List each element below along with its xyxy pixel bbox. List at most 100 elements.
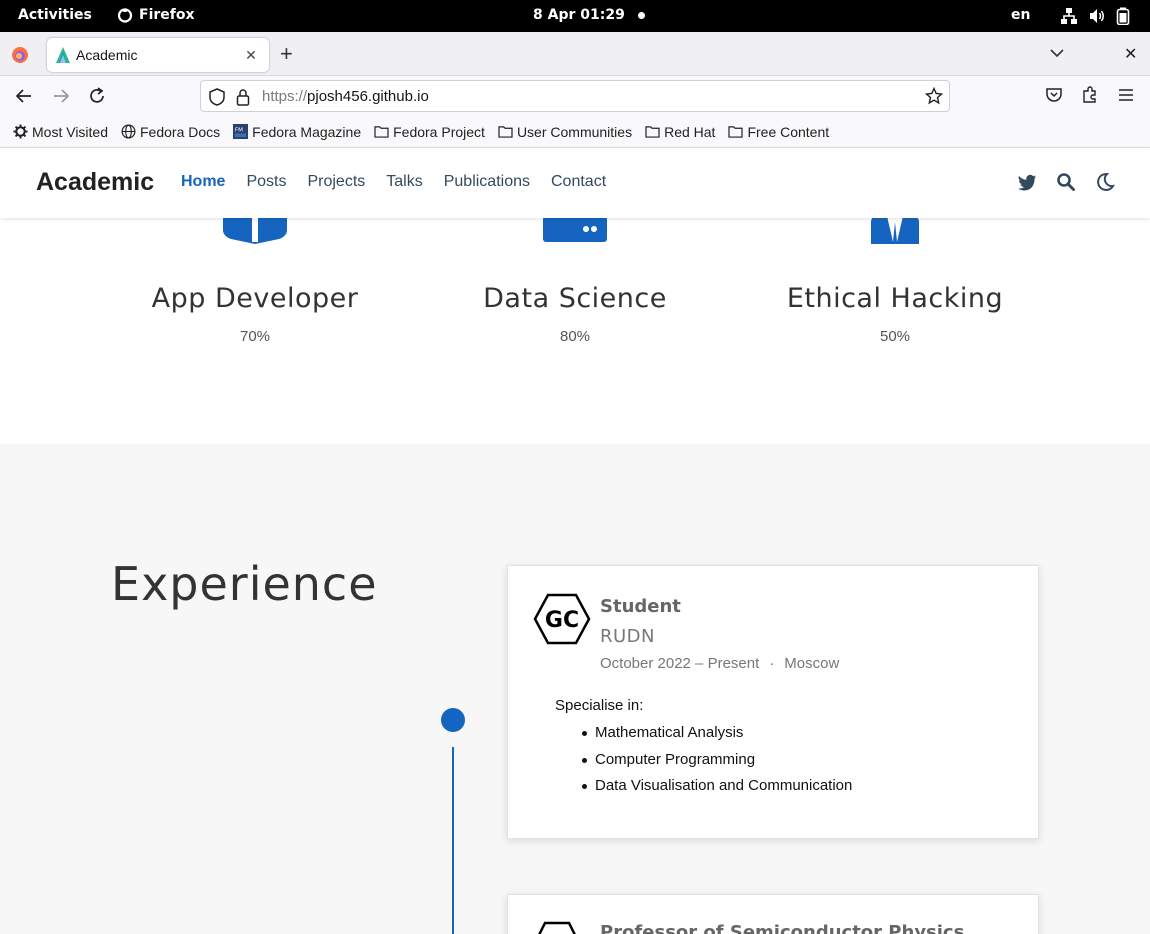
section-title: Experience bbox=[111, 557, 378, 611]
bookmarks-toolbar: Most Visited Fedora Docs FM Fedora Magaz… bbox=[0, 116, 1150, 148]
fm-icon: FM bbox=[233, 124, 249, 139]
folder-icon bbox=[498, 126, 513, 138]
nav-contact[interactable]: Contact bbox=[551, 173, 606, 191]
svg-text:FM: FM bbox=[235, 128, 243, 134]
bookmark-fedora-docs[interactable]: Fedora Docs bbox=[121, 124, 220, 140]
volume-icon bbox=[1090, 9, 1104, 23]
bookmark-user-communities[interactable]: User Communities bbox=[498, 124, 632, 140]
globe-icon bbox=[121, 124, 136, 139]
twitter-icon[interactable] bbox=[1017, 172, 1037, 192]
company-logo: GC bbox=[533, 593, 591, 645]
url-text[interactable]: https://pjosh456.github.io bbox=[262, 88, 429, 105]
system-top-bar: Activities Firefox 8 Apr 01:29 en bbox=[0, 0, 1150, 32]
skill-name: Data Science bbox=[483, 283, 667, 314]
url-scheme: https:// bbox=[262, 88, 308, 105]
user-secret-icon bbox=[871, 216, 919, 244]
database-icon bbox=[543, 216, 607, 242]
skills-section: App Developer 70% Data Science 80% Ethic… bbox=[0, 216, 1150, 444]
skill-ethical-hacking: Ethical Hacking 50% bbox=[735, 216, 1055, 345]
experience-card: Professor of Semiconductor Physics bbox=[507, 894, 1039, 934]
bookmark-label: Free Content bbox=[747, 123, 830, 140]
bookmark-most-visited[interactable]: Most Visited bbox=[13, 124, 108, 140]
experience-meta: October 2022 – Present · Moscow bbox=[600, 655, 839, 672]
list-item: Computer Programming bbox=[581, 751, 852, 778]
skill-data-science: Data Science 80% bbox=[415, 216, 735, 345]
chevron-down-icon[interactable] bbox=[1049, 46, 1065, 60]
site-header-icons bbox=[1017, 172, 1115, 192]
navigation-toolbar: https://pjosh456.github.io bbox=[0, 76, 1150, 116]
list-item: Data Visualisation and Communication bbox=[581, 777, 852, 804]
skill-percent: 80% bbox=[559, 328, 591, 345]
logo-text: GC bbox=[545, 608, 579, 633]
back-icon[interactable] bbox=[14, 86, 34, 106]
app-name: Firefox bbox=[139, 7, 195, 23]
pocket-icon[interactable] bbox=[1045, 86, 1063, 104]
new-tab-button[interactable]: + bbox=[280, 43, 293, 65]
reload-icon[interactable] bbox=[87, 86, 107, 106]
address-bar[interactable]: https://pjosh456.github.io bbox=[200, 80, 950, 112]
nav-posts[interactable]: Posts bbox=[246, 173, 286, 191]
experience-organization: RUDN bbox=[600, 626, 656, 647]
skill-app-developer: App Developer 70% bbox=[95, 216, 415, 345]
site-header: Academic Home Posts Projects Talks Publi… bbox=[0, 148, 1150, 218]
bookmark-free-content[interactable]: Free Content bbox=[728, 124, 829, 140]
bookmark-fedora-magazine[interactable]: FM Fedora Magazine bbox=[233, 124, 361, 140]
cube-icon bbox=[223, 216, 287, 244]
nav-publications[interactable]: Publications bbox=[444, 173, 530, 191]
skill-name: Ethical Hacking bbox=[786, 283, 1004, 314]
url-host: pjosh456.github.io bbox=[307, 88, 429, 105]
experience-role: Student bbox=[600, 596, 681, 617]
bookmark-label: Fedora Project bbox=[393, 123, 485, 140]
folder-icon bbox=[645, 126, 660, 138]
tracking-protection-shield-icon[interactable] bbox=[209, 88, 225, 106]
list-item: Mathematical Analysis bbox=[581, 724, 852, 751]
tab-close-icon[interactable]: ✕ bbox=[239, 47, 263, 64]
site-brand[interactable]: Academic bbox=[36, 168, 154, 197]
nav-projects[interactable]: Projects bbox=[307, 173, 365, 191]
experience-dates: October 2022 – Present bbox=[600, 655, 760, 672]
activities-button[interactable]: Activities bbox=[18, 7, 92, 23]
nav-home[interactable]: Home bbox=[181, 173, 225, 191]
bookmark-label: Fedora Magazine bbox=[252, 123, 362, 140]
language-indicator[interactable]: en bbox=[1011, 7, 1030, 23]
dark-mode-moon-icon[interactable] bbox=[1095, 172, 1115, 192]
battery-icon bbox=[1116, 7, 1130, 25]
notification-dot bbox=[638, 12, 645, 19]
folder-icon bbox=[728, 126, 744, 138]
experience-location: Moscow bbox=[784, 655, 840, 672]
nav-talks[interactable]: Talks bbox=[386, 173, 422, 191]
tab-academic[interactable]: Academic ✕ bbox=[47, 38, 269, 72]
specialisation-list: Mathematical Analysis Computer Programmi… bbox=[581, 724, 852, 804]
window-close-icon[interactable]: ✕ bbox=[1124, 44, 1137, 64]
meta-separator: · bbox=[769, 655, 775, 672]
lock-icon[interactable] bbox=[236, 88, 250, 106]
firefox-small-icon bbox=[117, 8, 133, 23]
hamburger-menu-icon[interactable] bbox=[1117, 86, 1135, 104]
bookmark-label: Fedora Docs bbox=[140, 123, 221, 140]
network-icon bbox=[1061, 8, 1077, 24]
experience-card: GC Student RUDN October 2022 – Present · M… bbox=[507, 565, 1039, 839]
system-status-area[interactable] bbox=[1060, 7, 1130, 25]
folder-icon bbox=[374, 126, 389, 138]
skill-icon-holder bbox=[735, 216, 1055, 246]
tab-title: Academic bbox=[76, 47, 138, 63]
clock[interactable]: 8 Apr 01:29 bbox=[533, 7, 625, 23]
site-nav-menu: Home Posts Projects Talks Publications C… bbox=[181, 173, 627, 191]
skill-percent: 70% bbox=[239, 328, 271, 345]
bookmark-star-icon[interactable] bbox=[925, 87, 943, 105]
timeline-line bbox=[452, 747, 454, 934]
skill-icon-holder bbox=[415, 216, 735, 246]
search-icon[interactable] bbox=[1056, 172, 1076, 192]
bookmark-label: Red Hat bbox=[664, 123, 716, 140]
app-menu[interactable]: Firefox bbox=[117, 7, 195, 23]
bookmark-label: User Communities bbox=[516, 123, 633, 140]
forward-icon[interactable] bbox=[51, 86, 71, 106]
skill-icon-holder bbox=[95, 216, 415, 246]
site-favicon-icon bbox=[56, 47, 70, 63]
bookmark-fedora-project[interactable]: Fedora Project bbox=[374, 124, 485, 140]
tab-strip: Academic ✕ + ✕ bbox=[0, 32, 1150, 76]
extensions-icon[interactable] bbox=[1081, 86, 1099, 104]
experience-role: Professor of Semiconductor Physics bbox=[600, 922, 965, 934]
firefox-view-icon[interactable] bbox=[11, 46, 29, 64]
bookmark-red-hat[interactable]: Red Hat bbox=[645, 124, 715, 140]
